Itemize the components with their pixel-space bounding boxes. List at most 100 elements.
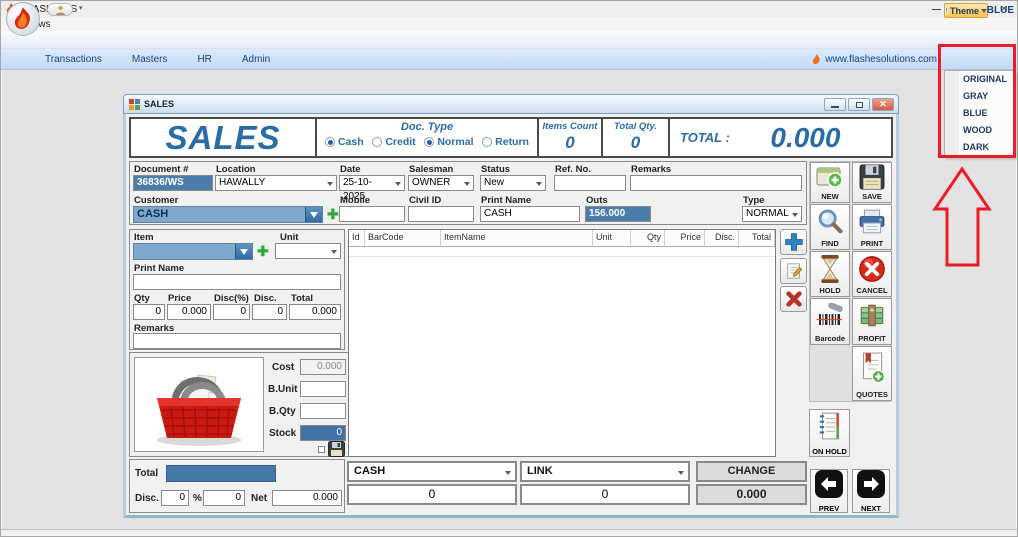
ref-no-field[interactable] <box>554 175 626 191</box>
col-total[interactable]: Total <box>739 230 775 246</box>
next-button[interactable]: NEXT <box>852 469 890 513</box>
sales-window-titlebar[interactable]: SALES ✕ <box>123 94 899 114</box>
chevron-down-icon <box>678 471 684 475</box>
outs-field[interactable]: 156.000 <box>585 206 651 222</box>
price-field[interactable]: 0.000 <box>167 304 211 320</box>
payment1-method-select[interactable]: CASH <box>347 461 517 482</box>
unit-select[interactable] <box>275 243 341 259</box>
theme-option-original[interactable]: ORIGINAL <box>945 71 1014 88</box>
delete-row-button[interactable] <box>780 286 807 312</box>
new-button[interactable]: NEW <box>810 162 850 203</box>
item-remarks-field[interactable] <box>133 333 341 349</box>
tab-transactions[interactable]: Transactions <box>41 52 106 67</box>
col-disc[interactable]: Disc. <box>705 230 739 246</box>
theme-button[interactable]: Theme <box>944 3 988 18</box>
website-link[interactable]: www.flashesolutions.com <box>825 54 937 65</box>
radio-cash[interactable]: Cash <box>325 136 364 148</box>
col-id[interactable]: Id <box>349 230 365 246</box>
cancel-button[interactable]: CANCEL <box>852 251 892 297</box>
add-item-icon[interactable]: ✚ <box>257 245 269 257</box>
toolbar-overflow-icon[interactable]: ▾ <box>79 4 83 12</box>
type-select[interactable]: NORMAL <box>742 206 802 222</box>
save-image-icon[interactable] <box>328 441 345 457</box>
edit-row-button[interactable] <box>780 258 807 284</box>
print-button[interactable]: PRINT <box>852 204 892 250</box>
print-name-field[interactable]: CASH <box>480 206 580 222</box>
col-itemname[interactable]: ItemName <box>441 230 593 246</box>
line-total-field[interactable]: 0.000 <box>289 304 341 320</box>
bqty-field[interactable] <box>300 403 346 419</box>
minimize-icon[interactable] <box>929 3 943 15</box>
profit-button[interactable]: PROFIT <box>852 298 892 345</box>
civil-id-field[interactable] <box>408 206 474 222</box>
find-button[interactable]: FIND <box>810 204 850 250</box>
items-grid[interactable]: Id BarCode ItemName Unit Qty Price Disc.… <box>348 229 776 457</box>
payment2-method-select[interactable]: LINK <box>520 461 690 482</box>
item-dropdown-icon[interactable] <box>235 244 252 259</box>
save-button[interactable]: SAVE <box>852 162 892 203</box>
footer-net-label: Net <box>251 493 267 504</box>
tab-masters[interactable]: Masters <box>128 52 172 67</box>
radio-credit[interactable]: Credit <box>372 136 415 148</box>
cost-field[interactable]: 0.000 <box>300 359 346 375</box>
on-hold-button[interactable]: ON HOLD <box>809 409 850 457</box>
website-flame-icon <box>812 54 821 65</box>
add-customer-icon[interactable]: ✚ <box>327 208 339 220</box>
col-price[interactable]: Price <box>665 230 705 246</box>
save-image-checkbox[interactable] <box>318 446 325 453</box>
theme-option-gray[interactable]: GRAY <box>945 88 1014 105</box>
location-select[interactable]: HAWALLY <box>215 175 337 191</box>
barcode-button[interactable]: Barcode <box>810 298 850 345</box>
chevron-down-icon <box>327 182 333 186</box>
disc-field[interactable]: 0 <box>252 304 287 320</box>
hold-button[interactable]: HOLD <box>810 251 850 297</box>
quotes-button[interactable]: QUOTES <box>852 346 892 401</box>
theme-option-blue[interactable]: BLUE <box>945 105 1014 122</box>
item-select[interactable] <box>133 243 253 260</box>
user-quick-button[interactable] <box>47 3 73 16</box>
sales-window-icon <box>129 99 140 110</box>
arrow-right-icon <box>856 469 886 504</box>
sales-minimize-icon[interactable] <box>824 98 846 111</box>
quotes-icon <box>858 347 886 389</box>
mobile-field[interactable] <box>339 206 405 222</box>
radio-return[interactable]: Return <box>482 136 529 148</box>
col-barcode[interactable]: BarCode <box>365 230 441 246</box>
tab-admin[interactable]: Admin <box>238 52 274 67</box>
remarks-field[interactable] <box>630 175 802 191</box>
bunit-field[interactable] <box>300 381 346 397</box>
col-unit[interactable]: Unit <box>593 230 631 246</box>
chevron-down-icon <box>792 213 798 217</box>
customer-dropdown-icon[interactable] <box>305 207 322 222</box>
prev-button[interactable]: PREV <box>810 469 848 513</box>
qty-field[interactable]: 0 <box>133 304 165 320</box>
app-logo-button[interactable] <box>6 2 40 36</box>
sales-maximize-icon[interactable] <box>848 98 870 111</box>
stock-field[interactable]: 0 <box>300 425 346 441</box>
salesman-label: Salesman <box>409 164 453 175</box>
footer-net-field[interactable]: 0.000 <box>272 490 342 506</box>
radio-credit-icon <box>372 137 382 147</box>
footer-pct-field[interactable]: 0 <box>203 490 245 506</box>
edit-note-icon <box>785 262 803 280</box>
add-row-button[interactable] <box>780 229 807 255</box>
footer-disc-field[interactable]: 0 <box>161 490 189 506</box>
payment2-amount-field[interactable]: 0 <box>520 484 690 505</box>
date-picker[interactable]: 25-10-2025 <box>339 175 405 191</box>
item-print-name-field[interactable] <box>133 274 341 290</box>
theme-option-wood[interactable]: WOOD <box>945 122 1014 139</box>
radio-normal[interactable]: Normal <box>424 136 473 148</box>
grand-total-value: 0.000 <box>730 122 881 154</box>
status-select[interactable]: New <box>480 175 546 191</box>
disc-pct-field[interactable]: 0 <box>213 304 250 320</box>
grid-body[interactable] <box>349 257 775 455</box>
tab-hr[interactable]: HR <box>193 52 215 67</box>
document-field[interactable]: 36836/WS <box>133 175 213 191</box>
customer-select[interactable]: CASH <box>133 206 323 223</box>
theme-option-dark[interactable]: DARK <box>945 139 1014 156</box>
payment1-amount-field[interactable]: 0 <box>347 484 517 505</box>
salesman-select[interactable]: OWNER <box>408 175 474 191</box>
sales-close-icon[interactable]: ✕ <box>872 98 894 111</box>
col-qty[interactable]: Qty <box>631 230 665 246</box>
flame-logo-icon <box>13 7 33 31</box>
